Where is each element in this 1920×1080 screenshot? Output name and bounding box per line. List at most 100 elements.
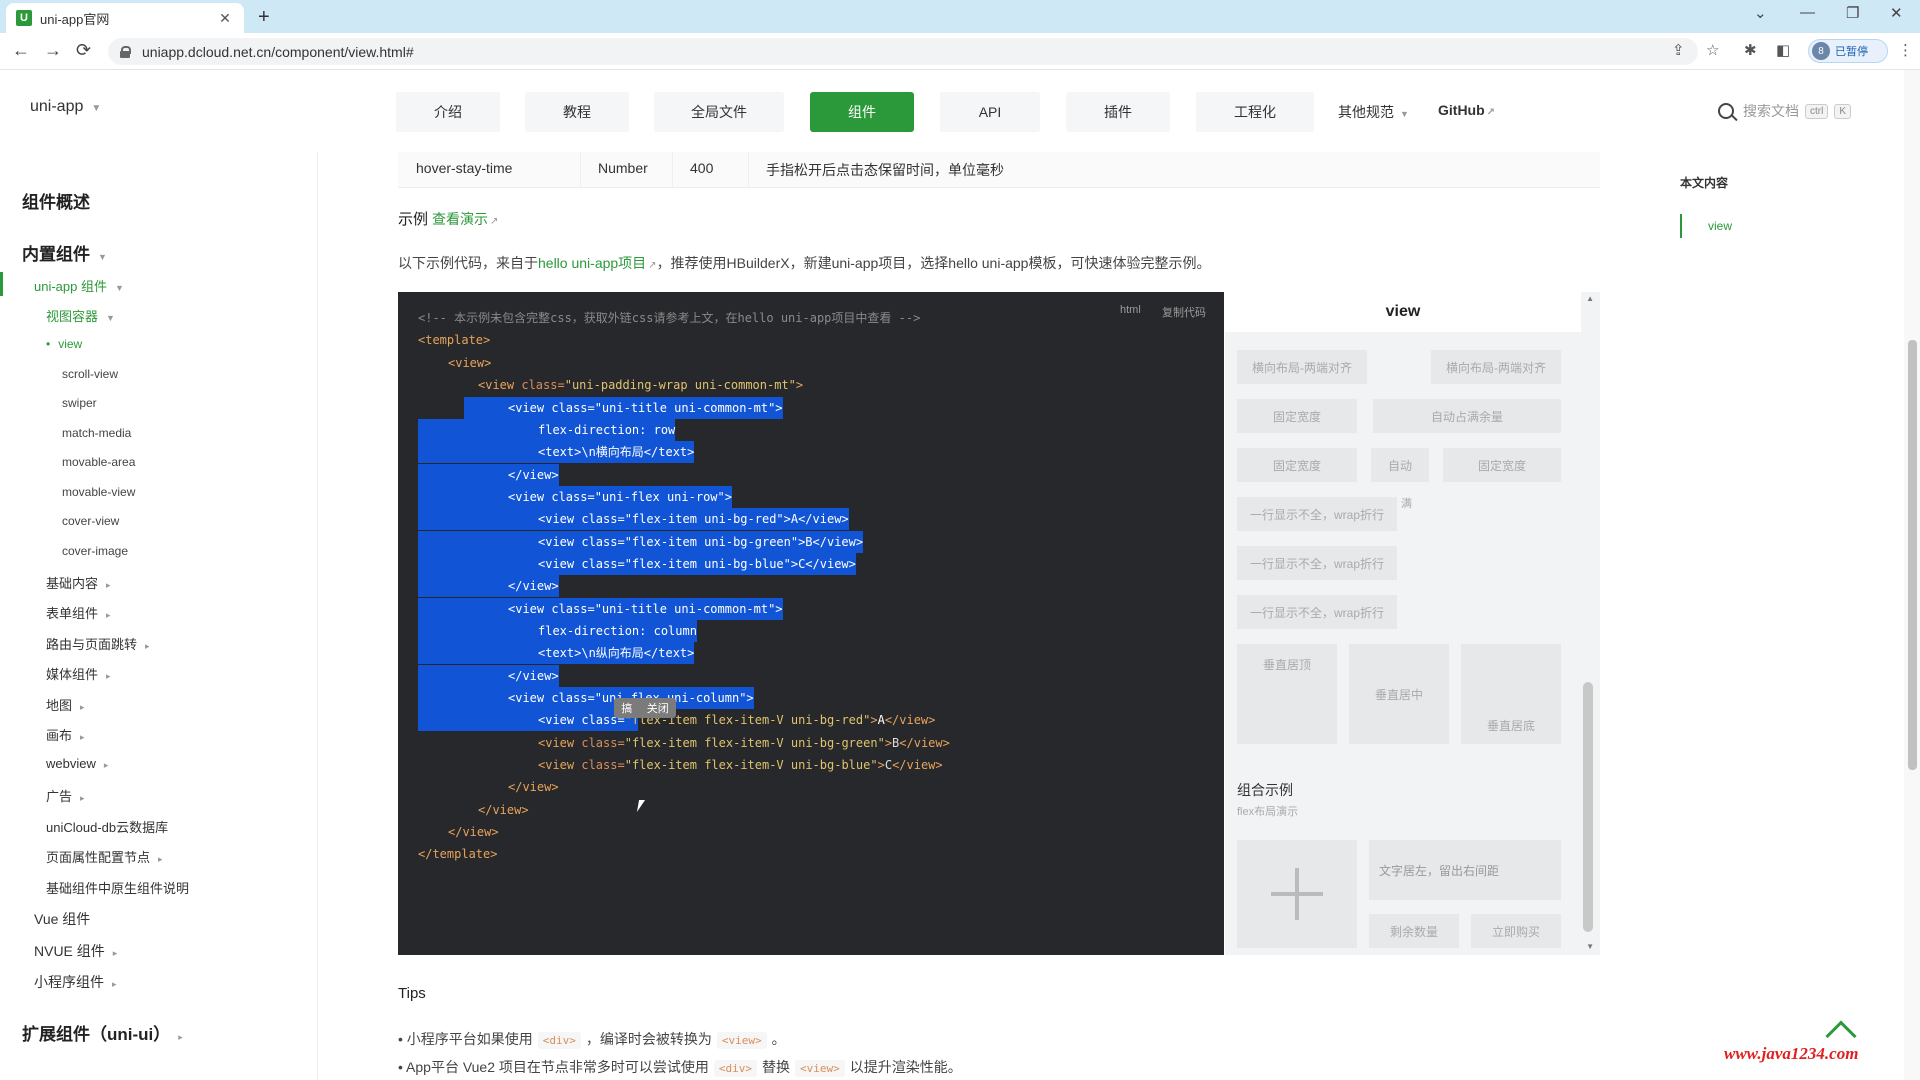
prop-desc: 手指松开后点击态保留时间，单位毫秒 [766,162,1004,178]
sidebar-item-unicloud-db[interactable]: uniCloud-db云数据库 [46,817,168,836]
sidebar-label: 内置组件 [22,245,90,264]
sidebar-item-webview[interactable]: webview ▸ [46,756,108,771]
close-window-button[interactable]: ✕ [1890,4,1903,22]
sidebar-item-movable-view[interactable]: movable-view [62,485,135,499]
sidebar-item-swiper[interactable]: swiper [62,396,97,410]
search-placeholder: 搜索文档 [1743,103,1799,119]
brand-logo[interactable]: uni-app ▼ [30,98,101,116]
sidebar-item-uniapp-components[interactable]: uni-app 组件 ▼ [34,276,124,295]
sidebar-item-canvas[interactable]: 画布 ▸ [46,725,85,744]
nav-plugins[interactable]: 插件 [1066,92,1170,132]
nav-engineering[interactable]: 工程化 [1196,92,1314,132]
tab-close-icon[interactable]: ✕ [216,10,234,27]
sidebar-item-uni-ui[interactable]: 扩展组件（uni-ui） ▸ [22,1020,183,1045]
sidebar-item-view-container[interactable]: 视图容器 ▼ [46,306,115,325]
hello-uniapp-link[interactable]: hello uni-app项目 ↗ [538,255,657,271]
nav-github[interactable]: GitHub ↗ [1438,102,1495,118]
prop-name: hover-stay-time [416,160,513,176]
forward-button[interactable]: → [44,40,62,61]
view-demo-link[interactable]: 查看演示 ↗ [432,211,498,227]
inline-code: <div> [537,1032,581,1049]
preview-box: 一行显示不全，wrap折行 [1237,595,1397,629]
sidebar-item-movable-area[interactable]: movable-area [62,455,135,469]
sidebar-item-map[interactable]: 地图 ▸ [46,695,85,714]
code-line: <text>\n横向布局</text> [418,441,695,463]
tip-text: 替换 [762,1059,791,1075]
copy-code-button[interactable]: 复制代码 [1162,304,1206,320]
chevron-right-icon: ▸ [112,948,118,958]
sidebar-item-vue[interactable]: Vue 组件 [34,909,90,929]
menu-kebab-icon[interactable]: ⋮ [1898,41,1913,59]
sidebar-item-builtin[interactable]: 内置组件 ▼ [22,240,107,265]
nav-other-specs[interactable]: 其他规范 ▼ [1338,102,1409,122]
sidebar-label: 画布 [46,728,73,743]
sidebar-item-routing[interactable]: 路由与页面跳转 ▸ [46,634,150,653]
lock-icon [120,45,131,58]
nav-components[interactable]: 组件 [810,92,914,132]
table-row: hover-stay-time Number 400 手指松开后点击态保留时间，… [398,152,1600,188]
toc-item-view[interactable]: view [1708,219,1732,233]
reload-button[interactable]: ⟳ [76,40,91,61]
sidebar-item-view[interactable]: • view [46,337,82,351]
chevron-right-icon: ▸ [178,1032,183,1042]
buy-now-button[interactable]: 立即购买 [1471,914,1561,948]
tooltip-action[interactable]: 搞 [621,700,632,716]
sidebar-item-mini[interactable]: 小程序组件 ▸ [34,972,117,992]
nav-tutorial[interactable]: 教程 [525,92,629,132]
tooltip-close[interactable]: 关闭 [647,700,669,716]
sidebar-label: view [58,337,83,351]
sidebar-item-overview[interactable]: 组件概述 [22,188,90,213]
preview-box: 自动占满余量 [1373,399,1561,433]
extensions-icon[interactable]: ✱ [1744,41,1757,59]
nav-global-files[interactable]: 全局文件 [654,92,784,132]
chevron-right-icon: ▸ [103,760,109,770]
tab-search-chevron-icon[interactable]: ⌄ [1754,4,1767,22]
sidebar-item-cover-view[interactable]: cover-view [62,514,119,528]
list-item: • App平台 Vue2 项目在节点非常多时可以尝试使用 <div> 替换 <view… [398,1057,962,1077]
demo-preview[interactable]: view 横向布局-两端对齐 横向布局-两端对齐 固定宽度 自动占满余量 固定宽… [1225,292,1600,955]
side-panel-icon[interactable]: ◧ [1776,41,1790,59]
chevron-right-icon: ▸ [145,641,150,651]
new-tab-button[interactable]: + [258,6,270,29]
sidebar-item-media[interactable]: 媒体组件 ▸ [46,664,111,683]
sidebar-item-nvue[interactable]: NVUE 组件 ▸ [34,941,117,961]
sidebar-item-page-meta[interactable]: 页面属性配置节点 ▸ [46,847,163,866]
page-scrollbar-thumb[interactable] [1908,340,1917,770]
tip-text: App平台 Vue2 项目在节点非常多时可以尝试使用 [406,1059,709,1075]
remaining-button[interactable]: 剩余数量 [1369,914,1459,948]
minimize-button[interactable]: — [1800,4,1815,21]
share-icon[interactable]: ⇪ [1672,41,1685,59]
profile-button[interactable]: 8 已暂停 [1808,39,1888,63]
bookmark-star-icon[interactable]: ☆ [1706,41,1719,59]
sidebar-item-native-components[interactable]: 基础组件中原生组件说明 [46,878,189,897]
code-line: <text>\n纵向布局</text> [418,642,695,664]
preview-scrollbar[interactable] [1583,682,1593,932]
page-scrollbar[interactable] [1904,70,1920,1080]
sidebar-item-match-media[interactable]: match-media [62,426,131,440]
code-line: <view class="flex-item uni-bg-red">A</vi… [418,508,849,530]
chevron-right-icon: ▸ [106,671,111,681]
selection-tooltip[interactable]: 搞 关闭 [614,698,676,718]
sidebar-item-basic-content[interactable]: 基础内容 ▸ [46,573,111,592]
code-line: <view class="flex-item flex-item-V uni-b… [538,758,943,772]
restore-button[interactable]: ❐ [1846,4,1859,22]
doc-search[interactable]: 搜索文档 ctrl K [1718,98,1873,124]
scroll-down-icon[interactable]: ▼ [1586,942,1594,951]
browser-toolbar: ← → ⟳ uniapp.dcloud.net.cn/component/vie… [0,33,1920,70]
sidebar-item-scroll-view[interactable]: scroll-view [62,367,118,381]
chevron-right-icon: ▸ [106,580,111,590]
address-bar[interactable]: uniapp.dcloud.net.cn/component/view.html… [108,38,1698,65]
preview-box: 自动 [1371,448,1429,482]
code-block[interactable]: html 复制代码 <!-- 本示例未包含完整css，获取外链css请参考上文，… [398,292,1224,955]
scroll-up-icon[interactable]: ▲ [1586,294,1594,303]
sidebar-item-ad[interactable]: 广告 ▸ [46,786,85,805]
sidebar-item-cover-image[interactable]: cover-image [62,544,128,558]
nav-api[interactable]: API [940,92,1040,132]
sidebar-item-form[interactable]: 表单组件 ▸ [46,603,111,622]
url-text: uniapp.dcloud.net.cn/component/view.html… [142,43,414,60]
external-link-icon: ↗ [490,216,499,227]
browser-tab[interactable]: U uni-app官网 ✕ [6,3,244,33]
search-icon [1718,103,1734,119]
nav-intro[interactable]: 介绍 [396,92,500,132]
back-button[interactable]: ← [12,40,30,61]
